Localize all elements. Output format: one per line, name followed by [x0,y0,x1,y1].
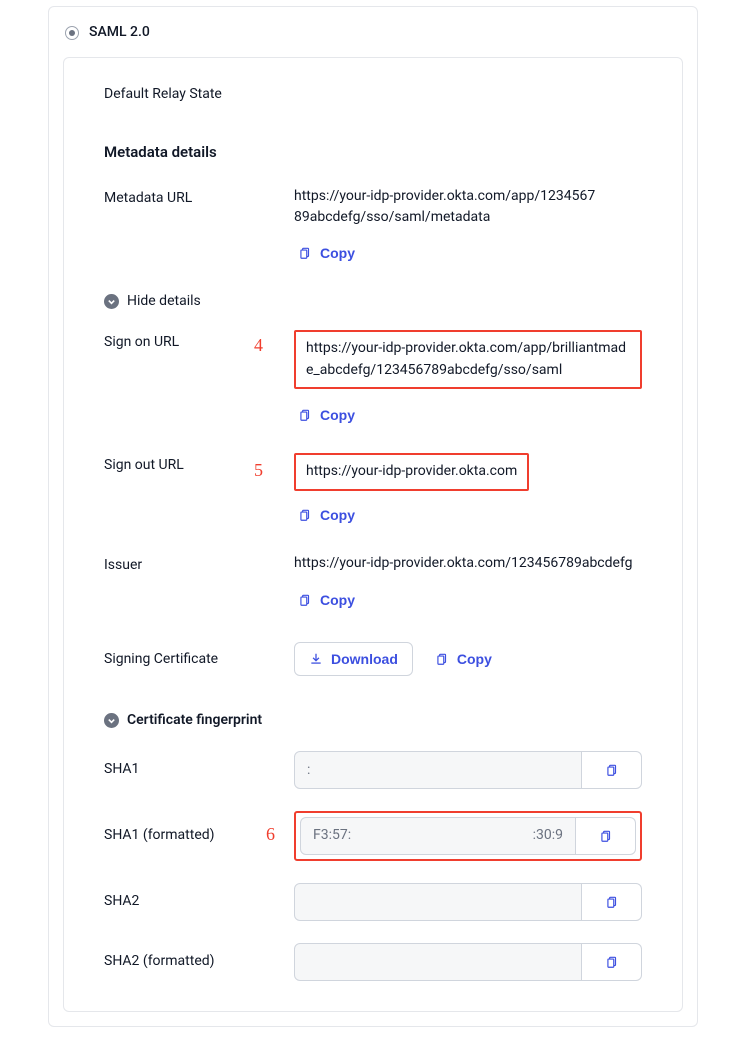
sign-on-url-value: https://your-idp-provider.okta.com/app/b… [306,340,626,378]
sha2-row: SHA2 [104,883,642,921]
metadata-url-label: Metadata URL [104,186,294,209]
radio-selected-icon [65,26,79,40]
saml-details-panel: Default Relay State Metadata details Met… [63,57,683,1012]
chevron-down-icon [104,713,119,728]
issuer-row: Issuer https://your-idp-provider.okta.co… [104,553,642,576]
sign-on-url-label: Sign on URL [104,330,294,353]
sha2-formatted-input[interactable] [294,943,582,981]
sha1-input[interactable] [294,751,582,789]
relay-state-label: Default Relay State [104,82,294,105]
metadata-url-row: Metadata URL https://your-idp-provider.o… [104,186,642,229]
sign-out-url-row: Sign out URL 5 https://your-idp-provider… [104,453,642,493]
copy-label: Copy [320,407,355,423]
sha2-formatted-row: SHA2 (formatted) [104,943,642,981]
clipboard-icon [599,829,613,843]
clipboard-icon [605,763,619,777]
issuer-value: https://your-idp-provider.okta.com/12345… [294,553,642,575]
sha1-formatted-input[interactable]: F3:57: :30:9 [300,817,576,855]
clipboard-icon [435,652,449,666]
copy-label: Copy [457,651,492,667]
sha2-formatted-label: SHA2 (formatted) [104,951,294,972]
sign-out-url-value: https://your-idp-provider.okta.com [306,463,517,479]
sign-on-url-row: Sign on URL 4 https://your-idp-provider.… [104,330,642,391]
issuer-label: Issuer [104,553,294,576]
copy-label: Copy [320,592,355,608]
sha1-formatted-value-right: :30:9 [533,825,563,846]
clipboard-icon [298,508,312,522]
sha1-formatted-value-left: F3:57: [313,825,351,846]
protocol-radio-label: SAML 2.0 [89,22,150,43]
clipboard-icon [605,895,619,909]
clipboard-icon [298,246,312,260]
chevron-down-icon [104,294,119,309]
cert-fp-heading: Certificate fingerprint [127,710,262,731]
sign-out-url-label: Sign out URL [104,453,294,476]
copy-cert-button[interactable]: Copy [431,645,496,673]
sha1-formatted-label: SHA1 (formatted) [104,825,294,846]
download-icon [309,652,323,666]
copy-metadata-url-button[interactable]: Copy [294,239,359,267]
metadata-url-value: https://your-idp-provider.okta.com/app/1… [294,186,642,229]
metadata-details-heading: Metadata details [104,141,642,164]
copy-label: Copy [320,245,355,261]
sha2-input[interactable] [294,883,582,921]
copy-sha1-formatted-button[interactable] [576,817,636,855]
copy-sha2-button[interactable] [582,883,642,921]
protocol-radio-row[interactable]: SAML 2.0 [63,19,683,43]
saml-settings-card: SAML 2.0 Default Relay State Metadata de… [48,6,698,1027]
hide-details-label: Hide details [127,291,201,312]
download-cert-button[interactable]: Download [294,642,413,676]
copy-sha1-button[interactable] [582,751,642,789]
clipboard-icon [298,408,312,422]
cert-fp-toggle[interactable]: Certificate fingerprint [104,710,642,731]
sha1-formatted-row: SHA1 (formatted) 6 F3:57: :30:9 [104,811,642,861]
sha2-label: SHA2 [104,891,294,912]
sha1-label: SHA1 [104,759,294,780]
copy-label: Copy [320,507,355,523]
signing-cert-label: Signing Certificate [104,647,294,670]
clipboard-icon [605,955,619,969]
clipboard-icon [298,593,312,607]
copy-sign-on-url-button[interactable]: Copy [294,401,359,429]
sha1-row: SHA1 [104,751,642,789]
download-label: Download [331,651,398,667]
sha1-formatted-highlight: F3:57: :30:9 [294,811,642,861]
copy-sha2-formatted-button[interactable] [582,943,642,981]
sign-on-url-value-highlight: https://your-idp-provider.okta.com/app/b… [294,330,642,389]
sign-out-url-value-highlight: https://your-idp-provider.okta.com [294,453,529,491]
hide-details-toggle[interactable]: Hide details [104,291,642,312]
copy-issuer-button[interactable]: Copy [294,586,359,614]
copy-sign-out-url-button[interactable]: Copy [294,501,359,529]
signing-cert-row: Signing Certificate Download Copy [104,642,642,676]
